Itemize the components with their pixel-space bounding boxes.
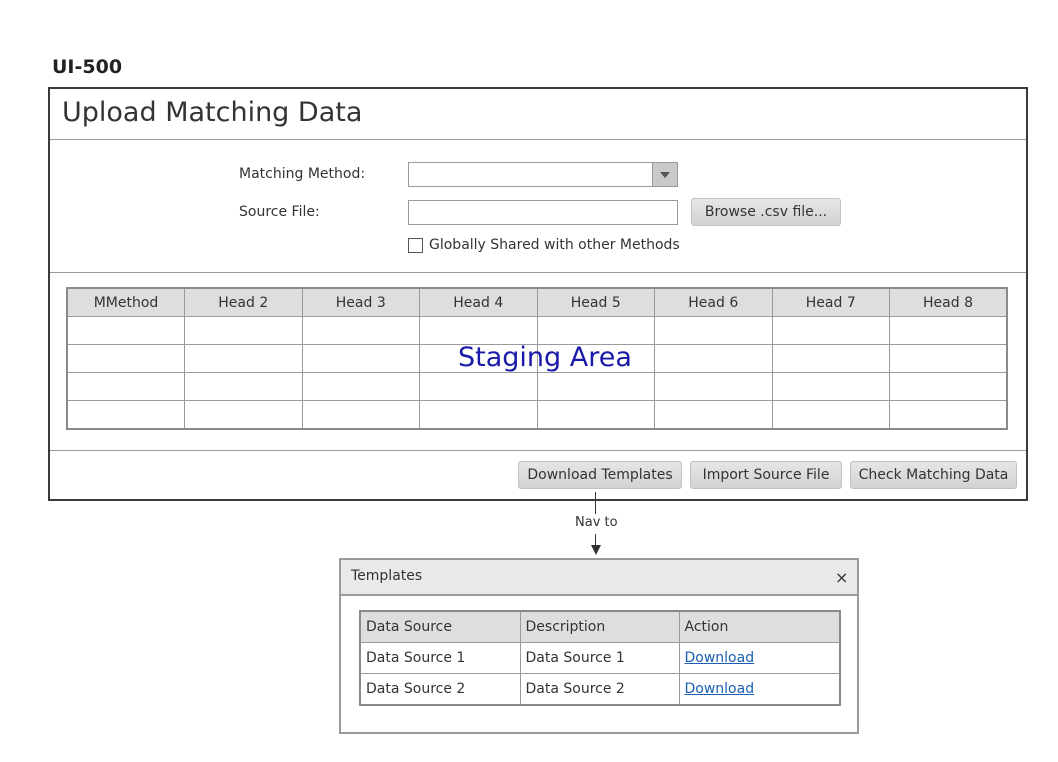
source-file-label: Source File: bbox=[239, 204, 320, 220]
table-cell bbox=[419, 316, 538, 345]
staging-area-label: Staging Area bbox=[458, 342, 632, 373]
table-cell bbox=[184, 344, 303, 373]
table-cell bbox=[889, 372, 1008, 401]
globally-shared-label: Globally Shared with other Methods bbox=[429, 237, 680, 253]
column-header: Head 8 bbox=[889, 287, 1008, 317]
table-cell bbox=[771, 344, 890, 373]
close-icon[interactable]: × bbox=[835, 568, 848, 587]
table-cell bbox=[301, 400, 420, 430]
column-header: Head 4 bbox=[419, 287, 538, 317]
description-cell: Data Source 1 bbox=[519, 642, 680, 674]
table-cell bbox=[654, 372, 773, 401]
download-link[interactable]: Download bbox=[685, 650, 755, 666]
table-row: Data Source 1 Data Source 1 Download bbox=[359, 642, 841, 674]
column-header: Head 6 bbox=[654, 287, 773, 317]
table-row: Data Source 2 Data Source 2 Download bbox=[359, 673, 841, 706]
column-header: Head 2 bbox=[184, 287, 303, 317]
table-row bbox=[66, 372, 1008, 401]
column-header: Data Source bbox=[359, 610, 521, 643]
table-cell bbox=[771, 400, 890, 430]
staging-header-row: MMethod Head 2 Head 3 Head 4 Head 5 Head… bbox=[66, 287, 1008, 317]
page-title: Upload Matching Data bbox=[62, 97, 363, 128]
column-header: Description bbox=[519, 610, 680, 643]
table-row bbox=[66, 316, 1008, 345]
column-header: Head 3 bbox=[301, 287, 420, 317]
chevron-down-icon[interactable] bbox=[652, 163, 677, 186]
matching-method-select[interactable] bbox=[408, 162, 678, 187]
description-cell: Data Source 2 bbox=[519, 673, 680, 706]
column-header: Action bbox=[678, 610, 841, 643]
nav-connector-line bbox=[595, 492, 596, 514]
table-cell bbox=[419, 400, 538, 430]
globally-shared-checkbox[interactable] bbox=[408, 238, 423, 253]
table-cell bbox=[889, 400, 1008, 430]
download-templates-button[interactable]: Download Templates bbox=[518, 461, 682, 489]
screen-id: UI-500 bbox=[52, 56, 123, 78]
action-cell: Download bbox=[678, 673, 841, 706]
table-cell bbox=[66, 372, 185, 401]
table-cell bbox=[66, 316, 185, 345]
templates-table: Data Source Description Action Data Sour… bbox=[359, 610, 841, 706]
check-matching-data-button[interactable]: Check Matching Data bbox=[850, 461, 1017, 489]
table-cell bbox=[184, 372, 303, 401]
table-cell bbox=[419, 372, 538, 401]
dialog-title: Templates bbox=[351, 568, 423, 584]
table-cell bbox=[301, 372, 420, 401]
import-source-file-button[interactable]: Import Source File bbox=[690, 461, 842, 489]
templates-dialog: Templates × Data Source Description Acti… bbox=[339, 558, 859, 734]
table-cell bbox=[771, 316, 890, 345]
column-header: MMethod bbox=[66, 287, 185, 317]
arrow-down-icon bbox=[591, 545, 601, 555]
table-cell bbox=[536, 400, 655, 430]
templates-header-row: Data Source Description Action bbox=[359, 610, 841, 643]
table-row bbox=[66, 400, 1008, 430]
table-cell bbox=[301, 344, 420, 373]
table-cell bbox=[654, 400, 773, 430]
table-cell bbox=[654, 344, 773, 373]
table-cell bbox=[184, 316, 303, 345]
browse-csv-button[interactable]: Browse .csv file... bbox=[691, 198, 841, 226]
divider bbox=[50, 139, 1026, 140]
source-file-input[interactable] bbox=[408, 200, 678, 225]
table-cell bbox=[889, 344, 1008, 373]
table-cell bbox=[66, 344, 185, 373]
table-cell bbox=[301, 316, 420, 345]
table-cell bbox=[184, 400, 303, 430]
data-source-cell: Data Source 1 bbox=[359, 642, 521, 674]
table-cell bbox=[771, 372, 890, 401]
column-header: Head 7 bbox=[771, 287, 890, 317]
upload-matching-data-window: Upload Matching Data Matching Method: So… bbox=[48, 87, 1028, 501]
download-link[interactable]: Download bbox=[685, 681, 755, 697]
table-cell bbox=[536, 316, 655, 345]
table-cell bbox=[536, 372, 655, 401]
table-cell bbox=[654, 316, 773, 345]
dialog-header: Templates × bbox=[341, 560, 857, 596]
matching-method-label: Matching Method: bbox=[239, 166, 366, 182]
column-header: Head 5 bbox=[536, 287, 655, 317]
nav-label: Nav to bbox=[575, 515, 618, 530]
action-cell: Download bbox=[678, 642, 841, 674]
table-cell bbox=[66, 400, 185, 430]
divider bbox=[50, 450, 1026, 451]
data-source-cell: Data Source 2 bbox=[359, 673, 521, 706]
table-cell bbox=[889, 316, 1008, 345]
divider bbox=[50, 272, 1026, 273]
